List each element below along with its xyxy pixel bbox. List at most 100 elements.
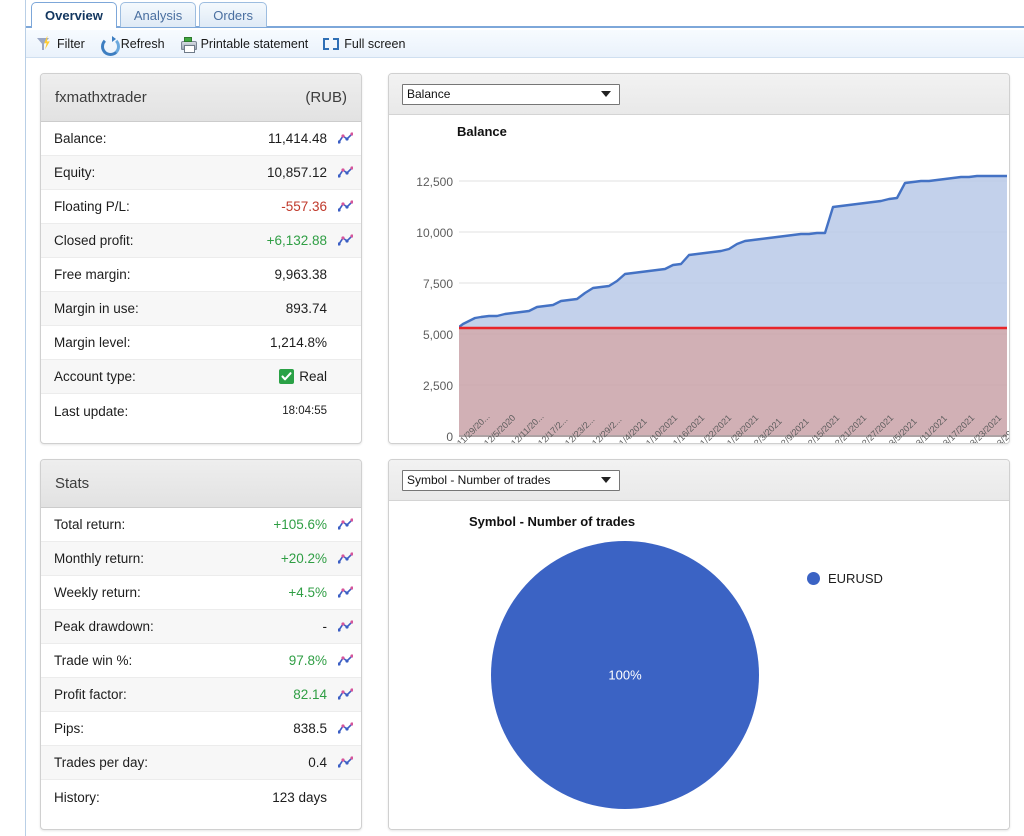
balance-chart-select-value: Balance <box>407 87 451 101</box>
printable-statement-button[interactable]: Printable statement <box>180 36 309 53</box>
sparkline-icon <box>338 552 353 564</box>
row-value: 1,214.8% <box>269 335 327 350</box>
row-chart-icon-cell[interactable] <box>327 200 353 213</box>
row-label: Total return: <box>54 517 126 532</box>
sparkline-icon <box>338 234 353 246</box>
row-chart-icon-cell[interactable] <box>327 132 353 145</box>
row-label: Pips: <box>54 721 85 736</box>
sparkline-icon <box>338 688 353 700</box>
row-chart-icon-cell[interactable] <box>327 654 353 667</box>
tab-analysis-label: Analysis <box>133 7 183 23</box>
y-tick-2500: 2,500 <box>422 379 453 393</box>
row-value: +20.2% <box>280 551 327 566</box>
account-panel-header: fxmathxtrader (RUB) <box>41 74 361 122</box>
sparkline-icon <box>338 132 353 144</box>
row-label: Trades per day: <box>54 755 149 770</box>
pie-legend-item-eurusd[interactable]: EURUSD <box>807 571 883 586</box>
table-row: Closed profit: +6,132.88 <box>41 224 361 258</box>
row-chart-icon-cell[interactable] <box>327 756 353 769</box>
table-row: Profit factor: 82.14 <box>41 678 361 712</box>
pie-chart-body: Symbol - Number of trades 100% EURUSD <box>389 501 1009 829</box>
y-tick-10000: 10,000 <box>416 226 453 240</box>
row-label: Balance: <box>54 131 107 146</box>
row-label: Account type: <box>54 369 136 384</box>
row-label: Free margin: <box>54 267 131 282</box>
sparkline-icon <box>338 756 353 768</box>
pie-chart-select-value: Symbol - Number of trades <box>407 473 551 487</box>
full-screen-label: Full screen <box>344 36 406 51</box>
sparkline-icon <box>338 200 353 212</box>
row-value: 893.74 <box>285 301 327 316</box>
row-chart-icon-cell[interactable] <box>327 234 353 247</box>
pie-chart-toolbar: Symbol - Number of trades <box>389 460 1009 501</box>
sparkline-icon <box>338 722 353 734</box>
table-row: Floating P/L: -557.36 <box>41 190 361 224</box>
row-value: 82.14 <box>293 687 327 702</box>
tab-analysis[interactable]: Analysis <box>119 2 197 27</box>
row-label: History: <box>54 789 100 805</box>
balance-chart-title: Balance <box>457 124 507 139</box>
row-label: Floating P/L: <box>54 199 130 214</box>
row-value: 11,414.48 <box>267 131 327 146</box>
row-chart-icon-cell[interactable] <box>327 586 353 599</box>
y-tick-12500: 12,500 <box>416 175 453 189</box>
printable-statement-label: Printable statement <box>200 36 309 51</box>
row-label: Peak drawdown: <box>54 619 154 634</box>
refresh-button[interactable]: Refresh <box>100 35 165 56</box>
table-row: Monthly return: +20.2% <box>41 542 361 576</box>
printer-icon <box>180 36 197 53</box>
row-value: +105.6% <box>273 517 327 532</box>
row-chart-icon-cell[interactable] <box>327 722 353 735</box>
sparkline-icon <box>338 586 353 598</box>
pie-slice-label-eurusd: 100% <box>608 667 642 683</box>
row-value: +6,132.88 <box>266 233 327 248</box>
tab-orders[interactable]: Orders <box>199 2 267 27</box>
row-label: Equity: <box>54 165 96 180</box>
tab-strip: Overview Analysis Orders <box>0 0 1024 29</box>
balance-chart-toolbar: Balance <box>389 74 1009 115</box>
tab-orders-label: Orders <box>213 7 253 23</box>
stats-panel-title: Stats <box>55 475 90 492</box>
fullscreen-icon <box>323 36 340 52</box>
filter-icon <box>36 35 52 52</box>
left-gutter <box>0 0 25 836</box>
row-chart-icon-cell[interactable] <box>327 166 353 179</box>
row-chart-icon-cell[interactable] <box>327 518 353 531</box>
tab-list: Overview Analysis Orders <box>31 2 267 29</box>
balance-chart-plot <box>459 174 1007 437</box>
table-row: Account type: Real <box>41 360 361 394</box>
row-chart-icon-cell[interactable] <box>327 620 353 633</box>
table-row: Total return: +105.6% <box>41 508 361 542</box>
app-root: Overview Analysis Orders Filter Refresh … <box>0 0 1024 836</box>
row-value: +4.5% <box>288 585 327 600</box>
pie-chart-title: Symbol - Number of trades <box>469 514 636 529</box>
row-value: 9,963.38 <box>274 267 327 282</box>
row-value: 18:04:55 <box>282 405 327 417</box>
filter-button[interactable]: Filter <box>36 35 85 52</box>
row-label: Margin level: <box>54 335 131 350</box>
row-value-wrap: Real <box>279 369 327 384</box>
balance-chart-body: Balance 12,500 10,000 7,500 5,000 2,500 … <box>389 115 1009 443</box>
row-value: 10,857.12 <box>266 165 327 180</box>
row-value: 123 days <box>272 789 327 805</box>
sparkline-icon <box>338 654 353 666</box>
pie-chart-select[interactable]: Symbol - Number of trades <box>402 469 620 491</box>
sparkline-icon <box>338 518 353 530</box>
account-summary-panel: fxmathxtrader (RUB) Balance: 11,414.48 E… <box>40 73 362 444</box>
tab-overview[interactable]: Overview <box>31 2 117 29</box>
y-tick-5000: 5,000 <box>422 328 453 342</box>
left-border-rule <box>25 0 26 836</box>
symbol-pie-chart-panel: Symbol - Number of trades Symbol - Numbe… <box>388 459 1010 830</box>
row-chart-icon-cell[interactable] <box>327 688 353 701</box>
table-row: Trade win %: 97.8% <box>41 644 361 678</box>
refresh-icon <box>100 35 120 56</box>
full-screen-button[interactable]: Full screen <box>323 36 405 52</box>
balance-chart-select[interactable]: Balance <box>402 83 620 105</box>
table-row: Peak drawdown: - <box>41 610 361 644</box>
row-label: Margin in use: <box>54 301 139 316</box>
content-area: fxmathxtrader (RUB) Balance: 11,414.48 E… <box>26 59 1024 836</box>
y-tick-7500: 7,500 <box>422 277 453 291</box>
refresh-button-label: Refresh <box>120 36 165 51</box>
row-chart-icon-cell[interactable] <box>327 552 353 565</box>
row-value: 838.5 <box>293 721 327 736</box>
